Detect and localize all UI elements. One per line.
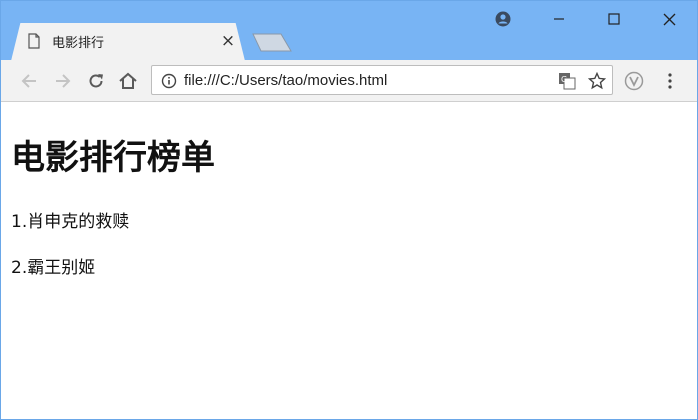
forward-button[interactable] [50,68,76,94]
active-tab[interactable] [11,23,245,61]
tab-title: 电影排行 [52,36,105,51]
close-icon [663,13,675,25]
minimize-button[interactable] [536,5,582,33]
profile-icon [495,11,511,27]
reload-button[interactable] [83,68,109,94]
minimize-icon [554,18,564,20]
translate-icon[interactable]: G [558,72,576,90]
kebab-menu-icon [668,73,672,89]
tab-close-button[interactable]: × [220,32,236,50]
browser-window: 电影排行 × file:///C:/Users/tao/movies.html … [0,0,698,420]
extension-button[interactable] [621,68,647,94]
svg-text:G: G [561,75,567,84]
menu-button[interactable] [657,68,683,94]
reload-icon [89,74,103,88]
list-item: 2.霸王别姬 [11,258,96,278]
new-tab-button[interactable] [251,33,293,52]
info-icon[interactable] [160,72,178,90]
page-content: 电影排行榜单 1.肖申克的救赎 2.霸王别姬 [1,102,697,419]
bookmark-star-icon[interactable] [588,72,606,90]
title-bar: 电影排行 × [1,1,697,61]
url-text[interactable]: file:///C:/Users/tao/movies.html [184,72,387,89]
toolbar: file:///C:/Users/tao/movies.html G [1,60,697,102]
home-button[interactable] [115,68,141,94]
page-heading: 电影排行榜单 [11,138,215,178]
document-icon [28,33,40,49]
list-item: 1.肖申克的救赎 [11,212,130,232]
back-button[interactable] [16,68,42,94]
home-icon [119,72,137,89]
back-arrow-icon [21,74,36,88]
close-window-button[interactable] [646,5,692,33]
maximize-icon [608,13,620,25]
profile-button[interactable] [480,5,526,33]
maximize-button[interactable] [591,5,637,33]
address-bar[interactable]: file:///C:/Users/tao/movies.html G [151,65,613,95]
vue-extension-icon [624,71,644,91]
forward-arrow-icon [56,74,71,88]
